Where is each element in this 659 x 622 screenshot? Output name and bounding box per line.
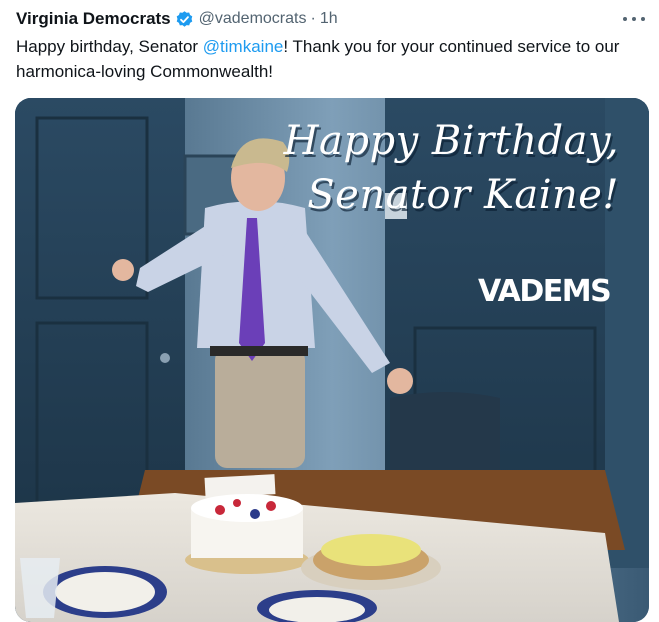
birthday-title: Happy Birthday, Senator Kaine! (284, 114, 619, 222)
author-handle[interactable]: @vademocrats (199, 10, 307, 28)
timestamp[interactable]: 1h (320, 10, 338, 28)
birthday-title-line2: Senator Kaine! (307, 172, 619, 218)
tweet-text: Happy birthday, Senator @timkaine! Thank… (16, 34, 656, 84)
separator-dot: · (310, 10, 316, 27)
vadems-logo: VADEMS (478, 274, 612, 309)
tweet-header: Virginia Democrats @vademocrats · 1h (16, 8, 338, 30)
author-name[interactable]: Virginia Democrats (16, 9, 171, 29)
more-options-icon[interactable] (623, 10, 645, 28)
birthday-title-line1: Happy Birthday, (283, 118, 619, 164)
verified-badge-icon[interactable] (175, 10, 194, 29)
tweet-text-start: Happy birthday, Senator (16, 37, 203, 56)
tweet-media-image[interactable]: Happy Birthday, Senator Kaine! VADEMS (15, 98, 649, 622)
tweet[interactable]: Virginia Democrats @vademocrats · 1h Hap… (0, 0, 659, 622)
mention-link[interactable]: @timkaine (203, 37, 284, 56)
